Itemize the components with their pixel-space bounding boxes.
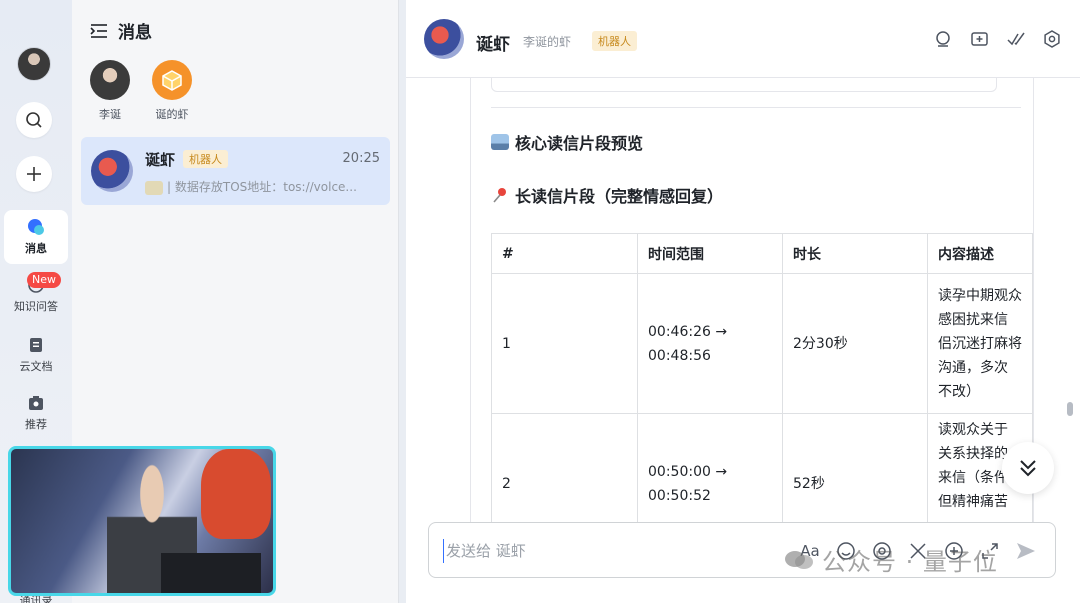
row-number: 1 <box>491 273 638 414</box>
nav-item-label: 消息 <box>25 242 47 255</box>
watermark-text: 公众号 · 量子位 <box>822 548 998 576</box>
double-check-icon[interactable] <box>1006 29 1026 49</box>
robot-badge: 机器人 <box>183 150 228 168</box>
avatar <box>91 150 133 192</box>
table-row: 2 00:50:00 → 00:50:52 52秒 读观众关于 关系抉择的 来信… <box>491 413 1033 523</box>
nav-item-label: 知识问答 <box>14 300 58 313</box>
book-emoji-icon <box>491 134 509 150</box>
add-window-icon[interactable] <box>970 29 990 49</box>
search-button[interactable] <box>16 102 52 138</box>
content-description: 读孕中期观众 感困扰来信 侣沉迷打麻将 沟通，多次 不改） <box>927 273 1033 414</box>
conversation-name: 诞虾 <box>145 151 176 169</box>
nav-item-messages[interactable]: 消息 <box>4 210 68 264</box>
robot-badge: 机器人 <box>592 31 637 51</box>
conversation-preview: | 数据存放TOS地址：tos://volce... <box>145 178 381 195</box>
avatar <box>90 60 130 100</box>
bot-message-card: 核心读信片段预览 长读信片段（完整情感回复） # 时间范围 时长 内容描述 1 <box>470 78 1034 523</box>
nav-item-docs[interactable]: 云文档 <box>4 328 68 382</box>
divider <box>491 107 1021 108</box>
section-heading: 长读信片段（完整情感回复） <box>491 183 723 207</box>
add-button[interactable] <box>16 156 52 192</box>
collapse-list-icon[interactable] <box>90 23 108 39</box>
conversation-header: 消息 <box>90 18 152 43</box>
search-icon <box>26 112 42 128</box>
lobster-mascot <box>201 449 271 539</box>
laptop <box>161 553 261 593</box>
send-icon[interactable] <box>1015 540 1037 562</box>
plus-icon <box>27 167 41 181</box>
scroll-to-bottom-button[interactable] <box>1002 442 1054 494</box>
time-range: 00:46:26 → 00:48:56 <box>637 273 783 414</box>
pushpin-icon <box>491 187 509 203</box>
table-row: 1 00:46:26 → 00:48:56 2分30秒 读孕中期观众 感困扰来信… <box>491 273 1033 414</box>
row-number: 2 <box>491 413 638 523</box>
watermark: 公众号 · 量子位 <box>784 542 998 577</box>
box-avatar-icon <box>152 60 192 100</box>
nav-item-label: 推荐 <box>25 418 47 431</box>
section-heading: 核心读信片段预览 <box>491 130 643 154</box>
wechat-icon <box>785 550 813 569</box>
header-toolbar <box>934 29 1062 49</box>
search-chat-icon[interactable] <box>934 29 954 49</box>
chat-header: 诞虾 李诞的虾 机器人 <box>406 0 1080 78</box>
time-range: 00:50:00 → 00:50:52 <box>637 413 783 523</box>
double-chevron-down-icon <box>1020 460 1036 477</box>
avatar[interactable] <box>424 19 464 59</box>
table-header: 时间范围 <box>637 233 783 274</box>
pinned-contact[interactable]: 诞的虾 <box>142 60 202 122</box>
message-input[interactable] <box>443 539 743 563</box>
document-icon <box>30 338 42 352</box>
video-overlay[interactable] <box>8 446 276 596</box>
recommend-icon <box>29 396 43 410</box>
pinned-contact-name: 李诞 <box>99 108 121 121</box>
chat-title: 诞虾 <box>476 35 510 55</box>
pinned-contact[interactable]: 李诞 <box>80 60 140 122</box>
list-item[interactable]: 诞虾 机器人 20:25 | 数据存放TOS地址：tos://volce... <box>81 137 390 205</box>
duration: 2分30秒 <box>782 273 928 414</box>
nav-item-label: 云文档 <box>19 360 53 373</box>
page-title: 消息 <box>118 23 152 43</box>
chat-panel: 诞虾 李诞的虾 机器人 核心读信片段预览 长读信片段（完整情感回复） # 时间范… <box>406 0 1080 603</box>
gear-icon[interactable] <box>1042 29 1062 49</box>
table-header: # <box>491 233 638 274</box>
user-avatar[interactable] <box>17 47 51 81</box>
conversation-time: 20:25 <box>342 151 380 166</box>
nav-item-recommend[interactable]: 推荐 <box>4 386 68 440</box>
emoji-icon <box>145 180 163 195</box>
new-badge: New <box>27 272 61 288</box>
segments-table: # 时间范围 时长 内容描述 1 00:46:26 → 00:48:56 2分3… <box>491 233 1033 523</box>
duration: 52秒 <box>782 413 928 523</box>
previous-block <box>491 78 997 92</box>
pinned-contact-name: 诞的虾 <box>155 108 189 121</box>
scrollbar-thumb[interactable] <box>1067 402 1073 416</box>
chat-subtitle: 李诞的虾 <box>523 35 572 49</box>
chat-bubble-icon <box>28 219 44 235</box>
table-header: 时长 <box>782 233 928 274</box>
table-header: 内容描述 <box>927 233 1033 274</box>
